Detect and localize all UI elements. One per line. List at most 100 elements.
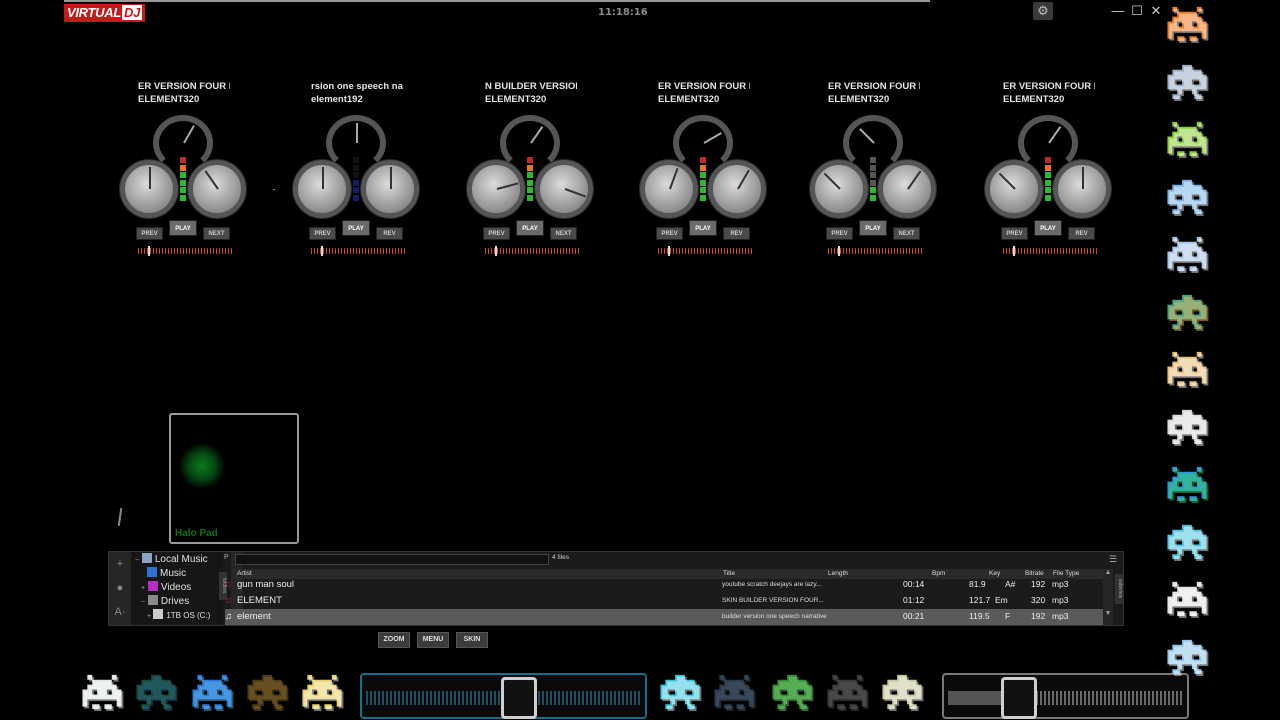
waveform[interactable]: [1003, 246, 1097, 256]
col-length[interactable]: Length: [828, 570, 848, 577]
gain-knob-left[interactable]: [293, 160, 351, 218]
deck-2: rsion one speech na element192 PREV PLAY…: [293, 78, 423, 258]
zoom-button[interactable]: ZOOM: [378, 632, 410, 648]
vu-meter: [180, 157, 186, 202]
minimize-button[interactable]: —: [1110, 3, 1126, 19]
space-invader-icon[interactable]: [1165, 407, 1209, 447]
prev-button[interactable]: PREV: [309, 227, 336, 240]
prev-button[interactable]: PREV: [136, 227, 163, 240]
play-button[interactable]: PLAY: [1034, 220, 1062, 236]
col-filetype[interactable]: File Type: [1053, 570, 1079, 577]
gain-knob-left[interactable]: [810, 160, 868, 218]
crossfader-slider-left[interactable]: [360, 673, 647, 719]
next-button[interactable]: REV: [376, 227, 403, 240]
collapse-icon[interactable]: −: [135, 557, 139, 564]
next-button[interactable]: NEXT: [550, 227, 577, 240]
next-button[interactable]: REV: [1068, 227, 1095, 240]
tree-item-drives[interactable]: − Drives: [141, 595, 189, 609]
waveform[interactable]: [658, 246, 752, 256]
gain-knob-right[interactable]: [878, 160, 936, 218]
slider-handle[interactable]: [501, 677, 537, 719]
gain-knob-right[interactable]: [1053, 160, 1111, 218]
skin-button[interactable]: SKIN: [456, 632, 488, 648]
space-invader-icon[interactable]: [1165, 119, 1209, 159]
space-invader-icon[interactable]: [1165, 637, 1209, 677]
prev-button[interactable]: PREV: [1001, 227, 1028, 240]
waveform[interactable]: [138, 246, 232, 256]
target-icon[interactable]: ●: [109, 576, 131, 600]
col-bpm[interactable]: Bpm: [932, 570, 945, 577]
expand-icon[interactable]: +: [141, 585, 145, 592]
gain-knob-right[interactable]: [535, 160, 593, 218]
waveform[interactable]: [311, 246, 405, 256]
waveform[interactable]: [485, 246, 579, 256]
menu-button[interactable]: MENU: [417, 632, 449, 648]
space-invader-icon[interactable]: [1165, 349, 1209, 389]
gain-knob-right[interactable]: [188, 160, 246, 218]
next-button[interactable]: NEXT: [893, 227, 920, 240]
slider-handle[interactable]: [1001, 677, 1037, 719]
waveform[interactable]: [828, 246, 922, 256]
space-invader-icon[interactable]: [1165, 234, 1209, 274]
space-invader-icon[interactable]: [880, 672, 924, 712]
space-invader-icon[interactable]: [825, 672, 869, 712]
play-button[interactable]: PLAY: [342, 220, 370, 236]
space-invader-icon[interactable]: [1165, 62, 1209, 102]
gain-knob-right[interactable]: [361, 160, 419, 218]
crossfader-slider-right[interactable]: [942, 673, 1189, 719]
prev-button[interactable]: PREV: [826, 227, 853, 240]
deck-title-line2: ELEMENT320: [138, 94, 200, 105]
space-invader-icon[interactable]: [80, 672, 124, 712]
space-invader-icon[interactable]: [1165, 292, 1209, 332]
space-invader-icon[interactable]: [658, 672, 702, 712]
space-invader-icon[interactable]: [1165, 522, 1209, 562]
maximize-button[interactable]: ☐: [1129, 3, 1145, 19]
prev-button[interactable]: PREV: [656, 227, 683, 240]
gain-knob-left[interactable]: [120, 160, 178, 218]
next-button[interactable]: REV: [723, 227, 750, 240]
search-input[interactable]: [235, 554, 549, 565]
space-invader-icon[interactable]: [1165, 4, 1209, 44]
space-invader-icon[interactable]: [300, 672, 344, 712]
list-menu-icon[interactable]: ☰: [1109, 554, 1117, 565]
expand-icon[interactable]: +: [147, 613, 151, 620]
prev-button[interactable]: PREV: [483, 227, 510, 240]
play-button[interactable]: PLAY: [516, 220, 544, 236]
add-icon[interactable]: +: [109, 552, 131, 576]
table-row[interactable]: ♫ gun man soul youtube scratch deejays a…: [225, 577, 1113, 593]
space-invader-icon[interactable]: [190, 672, 234, 712]
space-invader-icon[interactable]: [1165, 579, 1209, 619]
text-size-icon[interactable]: A·: [109, 600, 131, 624]
list-scrollbar[interactable]: ▲ ▼: [1103, 569, 1113, 625]
tree-item-drive-c[interactable]: + 1TB OS (C:): [147, 609, 210, 623]
space-invader-icon[interactable]: [1165, 464, 1209, 504]
halo-pad[interactable]: Halo Pad: [169, 413, 299, 544]
col-key[interactable]: Key: [989, 570, 1000, 577]
next-button[interactable]: NEXT: [203, 227, 230, 240]
play-button[interactable]: PLAY: [689, 220, 717, 236]
col-title[interactable]: Title: [723, 570, 735, 577]
space-invader-icon[interactable]: [770, 672, 814, 712]
collapse-icon[interactable]: −: [141, 599, 145, 606]
gain-knob-right[interactable]: [708, 160, 766, 218]
space-invader-icon[interactable]: [712, 672, 756, 712]
play-button[interactable]: PLAY: [169, 220, 197, 236]
space-invader-icon[interactable]: [134, 672, 178, 712]
tree-item-videos[interactable]: + Videos: [141, 581, 191, 595]
settings-gear-icon[interactable]: ⚙: [1033, 2, 1053, 20]
sideview-tab[interactable]: sideview: [1115, 574, 1123, 604]
space-invader-icon[interactable]: [1165, 177, 1209, 217]
col-artist[interactable]: Artist: [237, 570, 252, 577]
tree-item-music[interactable]: Music: [147, 567, 186, 581]
play-button[interactable]: PLAY: [859, 220, 887, 236]
col-bitrate[interactable]: Bitrate: [1025, 570, 1044, 577]
tree-item-local-music[interactable]: − Local Music: [135, 553, 208, 567]
table-row[interactable]: ♫ ELEMENT SKIN BUILDER VERSION FOUR... 0…: [225, 593, 1113, 609]
close-button[interactable]: ✕: [1148, 3, 1164, 19]
table-row[interactable]: ♫ element builder version one speech nar…: [225, 609, 1113, 625]
gain-knob-left[interactable]: [467, 160, 525, 218]
cell-key: Em: [995, 595, 1008, 605]
space-invader-icon[interactable]: [245, 672, 289, 712]
gain-knob-left[interactable]: [985, 160, 1043, 218]
gain-knob-left[interactable]: [640, 160, 698, 218]
